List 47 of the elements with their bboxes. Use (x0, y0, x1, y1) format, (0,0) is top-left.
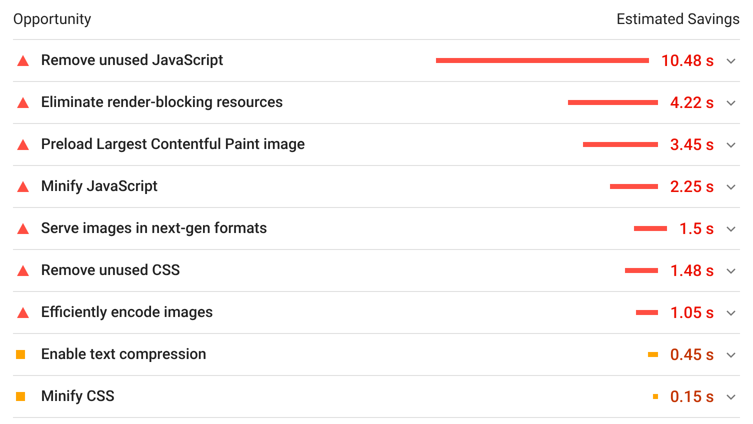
chevron-icon[interactable] (726, 352, 736, 358)
savings-value: 1.05 s (670, 302, 714, 324)
audit-row[interactable]: Eliminate render-blocking resources 4.22 s (13, 82, 740, 124)
square-icon (16, 392, 25, 401)
savings-value: 4.22 s (670, 92, 714, 114)
warning-triangle-icon (17, 139, 29, 150)
audit-row[interactable]: Remove unused JavaScript 10.48 s (13, 40, 740, 82)
audit-title: Remove unused CSS (41, 260, 181, 282)
savings-value: 3.45 s (670, 134, 714, 156)
chevron-icon[interactable] (726, 100, 736, 106)
warning-triangle-icon (17, 265, 29, 276)
savings-value: 0.15 s (670, 386, 714, 408)
audit-title: Minify JavaScript (41, 176, 159, 198)
chevron-icon[interactable] (726, 394, 736, 400)
audit-title: Remove unused JavaScript (41, 50, 224, 72)
audit-row[interactable]: Remove unused CSS 1.48 s (13, 250, 740, 292)
chevron-icon[interactable] (726, 310, 736, 316)
chevron-icon[interactable] (726, 226, 736, 232)
warning-triangle-icon (17, 181, 29, 192)
savings-value: 2.25 s (670, 176, 714, 198)
chevron-icon[interactable] (726, 58, 736, 64)
warning-triangle-icon (17, 307, 29, 318)
audit-title: Serve images in next-gen formats (41, 218, 268, 240)
savings-value: 1.48 s (670, 260, 714, 282)
audit-row[interactable]: Preload Largest Contentful Paint image 3.45 s (13, 124, 740, 166)
audit-title: Enable text compression (41, 344, 208, 366)
audit-row[interactable]: Serve images in next-gen formats 1.5 s (13, 208, 740, 250)
column-header: Opportunity (13, 9, 92, 30)
chevron-icon[interactable] (726, 268, 736, 274)
audit-title: Eliminate render-blocking resources (41, 92, 284, 114)
column-header: Estimated Savings (616, 9, 740, 30)
warning-triangle-icon (17, 97, 29, 108)
audit-title: Efficiently encode images (41, 302, 214, 324)
audit-row[interactable]: Efficiently encode images 1.05 s (13, 292, 740, 334)
warning-triangle-icon (17, 55, 29, 66)
savings-value: 10.48 s (660, 50, 714, 72)
savings-value: 1.5 s (679, 218, 714, 240)
audit-row[interactable]: Minify CSS 0.15 s (13, 376, 740, 418)
square-icon (16, 350, 25, 359)
savings-value: 0.45 s (670, 344, 714, 366)
audit-title: Preload Largest Contentful Paint image (41, 134, 306, 156)
audit-title: Minify CSS (41, 386, 116, 408)
warning-triangle-icon (17, 223, 29, 234)
chevron-icon[interactable] (726, 184, 736, 190)
audit-row[interactable]: Enable text compression 0.45 s (13, 334, 740, 376)
audit-row[interactable]: Minify JavaScript 2.25 s (13, 166, 740, 208)
chevron-icon[interactable] (726, 142, 736, 148)
